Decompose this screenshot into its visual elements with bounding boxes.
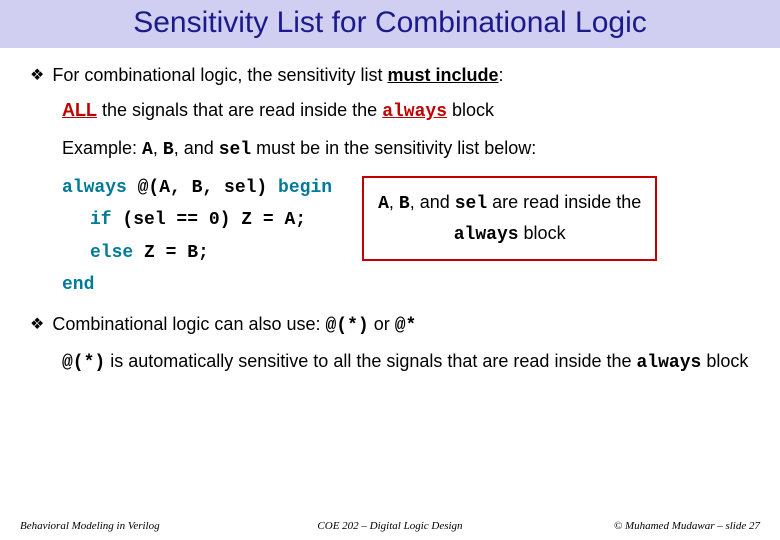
line-2: ALL the signals that are read inside the… bbox=[62, 95, 750, 128]
text: , bbox=[153, 138, 163, 158]
kw-if: if bbox=[90, 210, 112, 230]
line-4: @(*) is automatically sensitive to all t… bbox=[62, 346, 750, 379]
text: For combinational logic, the sensitivity… bbox=[52, 65, 387, 85]
title-bar: Sensitivity List for Combinational Logic bbox=[0, 0, 780, 48]
code-line-4: end bbox=[62, 269, 332, 301]
code-inline: sel bbox=[455, 194, 487, 214]
note-box: A, B, and sel are read inside the always… bbox=[362, 176, 657, 262]
bullet-2-text: Combinational logic can also use: @(*) o… bbox=[52, 309, 416, 342]
text: : bbox=[499, 65, 504, 85]
emphasis: must include bbox=[387, 65, 498, 85]
code-inline: always bbox=[637, 353, 702, 373]
bullet-1: ❖ For combinational logic, the sensitivi… bbox=[30, 60, 750, 91]
code-block: always @(A, B, sel) begin if (sel == 0) … bbox=[62, 172, 352, 302]
code-inline: @* bbox=[395, 316, 417, 336]
line-3: Example: A, B, and sel must be in the se… bbox=[62, 133, 750, 166]
code-line-1: always @(A, B, sel) begin bbox=[62, 172, 332, 204]
code-inline: always bbox=[454, 225, 519, 245]
text: is automatically sensitive to all the si… bbox=[105, 351, 636, 371]
keyword-all: ALL bbox=[62, 100, 97, 120]
bullet-1-text: For combinational logic, the sensitivity… bbox=[52, 60, 503, 91]
text: Example: bbox=[62, 138, 142, 158]
text: the signals that are read inside the bbox=[97, 100, 382, 120]
text: or bbox=[369, 314, 395, 334]
code-text: Z = B; bbox=[133, 243, 209, 263]
text: are read inside the bbox=[487, 192, 641, 212]
footer: Behavioral Modeling in Verilog COE 202 –… bbox=[0, 520, 780, 532]
code-text: @(A, B, sel) bbox=[127, 178, 278, 198]
code-line-2: if (sel == 0) Z = A; bbox=[90, 204, 332, 236]
footer-center: COE 202 – Digital Logic Design bbox=[0, 520, 780, 532]
text: , and bbox=[410, 192, 455, 212]
kw-always: always bbox=[62, 178, 127, 198]
code-inline: B bbox=[399, 194, 410, 214]
code-inline: B bbox=[163, 140, 174, 160]
text: block bbox=[447, 100, 494, 120]
code-inline: @(*) bbox=[326, 316, 369, 336]
code-text: (sel == 0) Z = A; bbox=[112, 210, 306, 230]
text: must be in the sensitivity list below: bbox=[251, 138, 536, 158]
slide-title: Sensitivity List for Combinational Logic bbox=[133, 6, 647, 39]
diamond-icon: ❖ bbox=[30, 311, 44, 338]
keyword-always: always bbox=[382, 102, 447, 122]
text: , bbox=[389, 192, 399, 212]
code-and-note: always @(A, B, sel) begin if (sel == 0) … bbox=[62, 172, 750, 302]
kw-begin: begin bbox=[278, 178, 332, 198]
code-line-3: else Z = B; bbox=[90, 237, 332, 269]
code-inline: @(*) bbox=[62, 353, 105, 373]
text: Combinational logic can also use: bbox=[52, 314, 325, 334]
code-inline: A bbox=[142, 140, 153, 160]
kw-end: end bbox=[62, 275, 94, 295]
text: block bbox=[701, 351, 748, 371]
text: block bbox=[519, 223, 566, 243]
kw-else: else bbox=[90, 243, 133, 263]
text: , and bbox=[174, 138, 219, 158]
diamond-icon: ❖ bbox=[30, 62, 44, 89]
code-inline: A bbox=[378, 194, 389, 214]
content-area: ❖ For combinational logic, the sensitivi… bbox=[0, 48, 780, 379]
code-inline: sel bbox=[219, 140, 251, 160]
bullet-2: ❖ Combinational logic can also use: @(*)… bbox=[30, 309, 750, 342]
